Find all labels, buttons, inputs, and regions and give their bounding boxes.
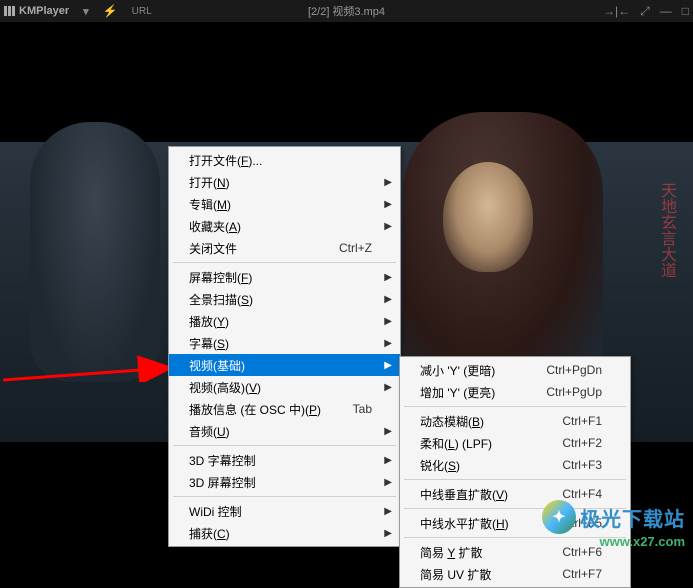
- submenu-video-basic: 减小 'Y' (更暗) Ctrl+PgDn 增加 'Y' (更亮) Ctrl+PgUp…: [399, 356, 631, 588]
- menu-item[interactable]: 3D 字幕控制 ▶: [169, 449, 400, 471]
- context-menu: 打开文件(F)... 打开(N) ▶ 专辑(M) ▶ 收藏夹(A) ▶ 关闭文件 Ctrl+Z 屏…: [168, 146, 401, 547]
- menu-item[interactable]: WiDi 控制 ▶: [169, 500, 400, 522]
- menu-item-label: 收藏夹(A): [189, 218, 241, 235]
- menu-item-label: 3D 屏幕控制: [189, 474, 256, 491]
- menu-item-label: 中线水平扩散(H): [420, 515, 509, 532]
- menu-item[interactable]: 全景扫描(S) ▶: [169, 288, 400, 310]
- menu-item-label: 关闭文件: [189, 240, 237, 257]
- expand-icon[interactable]: ⤢: [640, 4, 650, 19]
- annotation-arrow: [3, 312, 178, 382]
- submenu-arrow-icon: ▶: [384, 199, 392, 210]
- app-name: KMPlayer: [19, 5, 69, 17]
- app-logo[interactable]: KMPlayer ▾: [4, 5, 89, 18]
- menu-item-label: 视频(基础): [189, 357, 245, 374]
- speed-icon[interactable]: →|←: [603, 4, 630, 19]
- menu-item-label: 锐化(S): [420, 457, 460, 474]
- menu-separator: [173, 496, 396, 497]
- maximize-icon[interactable]: □: [682, 4, 689, 19]
- menu-item-label: 打开(N): [189, 174, 230, 191]
- url-label[interactable]: URL: [132, 6, 152, 17]
- submenu-arrow-icon: ▶: [384, 177, 392, 188]
- menu-item-label: 简易 UV 扩散: [420, 566, 491, 583]
- minimize-icon[interactable]: —: [660, 4, 672, 19]
- menu-item-label: 播放信息 (在 OSC 中)(P): [189, 401, 321, 418]
- menu-item[interactable]: 动态模糊(B) Ctrl+F1: [400, 410, 630, 432]
- submenu-arrow-icon: ▶: [384, 477, 392, 488]
- menu-shortcut: Ctrl+F1: [562, 414, 602, 428]
- submenu-arrow-icon: ▶: [384, 316, 392, 327]
- menu-shortcut: Ctrl+PgDn: [546, 363, 602, 377]
- menu-item[interactable]: 3D 屏幕控制 ▶: [169, 471, 400, 493]
- menu-separator: [173, 262, 396, 263]
- menu-item[interactable]: 打开文件(F)...: [169, 149, 400, 171]
- menu-item-label: 增加 'Y' (更亮): [420, 384, 495, 401]
- menu-item-label: 3D 字幕控制: [189, 452, 256, 469]
- menu-item-label: 动态模糊(B): [420, 413, 484, 430]
- menu-shortcut: Ctrl+F7: [562, 567, 602, 581]
- submenu-arrow-icon: ▶: [384, 338, 392, 349]
- menu-item-label: 屏幕控制(F): [189, 269, 252, 286]
- menu-separator: [173, 445, 396, 446]
- submenu-arrow-icon: ▶: [384, 506, 392, 517]
- menu-shortcut: Tab: [353, 402, 372, 416]
- menu-item-label: 专辑(M): [189, 196, 231, 213]
- menu-item[interactable]: 捕获(C) ▶: [169, 522, 400, 544]
- watermark-text: 极光下载站: [580, 503, 685, 532]
- menu-item-label: WiDi 控制: [189, 503, 242, 520]
- menu-item-label: 打开文件(F)...: [189, 152, 262, 169]
- menu-item[interactable]: 专辑(M) ▶: [169, 193, 400, 215]
- video-face: [443, 162, 533, 272]
- menu-item[interactable]: 锐化(S) Ctrl+F3: [400, 454, 630, 476]
- menu-item-label: 音频(U): [189, 423, 230, 440]
- menu-item-label: 字幕(S): [189, 335, 229, 352]
- menu-item-label: 播放(Y): [189, 313, 229, 330]
- menu-item[interactable]: 减小 'Y' (更暗) Ctrl+PgDn: [400, 359, 630, 381]
- submenu-arrow-icon: ▶: [384, 221, 392, 232]
- menu-item[interactable]: 视频(高级)(V) ▶: [169, 376, 400, 398]
- menu-item[interactable]: 增加 'Y' (更亮) Ctrl+PgUp: [400, 381, 630, 403]
- menu-item[interactable]: 收藏夹(A) ▶: [169, 215, 400, 237]
- menu-item-label: 全景扫描(S): [189, 291, 253, 308]
- menu-item[interactable]: 播放信息 (在 OSC 中)(P) Tab: [169, 398, 400, 420]
- menu-shortcut: Ctrl+Z: [339, 241, 372, 255]
- thunder-icon[interactable]: ⚡: [103, 4, 118, 18]
- menu-item[interactable]: 关闭文件 Ctrl+Z: [169, 237, 400, 259]
- menu-item[interactable]: 屏幕控制(F) ▶: [169, 266, 400, 288]
- submenu-arrow-icon: ▶: [384, 455, 392, 466]
- menu-shortcut: Ctrl+PgUp: [546, 385, 602, 399]
- watermark: ✦ 极光下载站 www.x27.com: [542, 500, 685, 549]
- menu-shortcut: Ctrl+F3: [562, 458, 602, 472]
- submenu-arrow-icon: ▶: [384, 294, 392, 305]
- menu-item-label: 简易 Y 扩散: [420, 544, 482, 561]
- dropdown-arrow-icon[interactable]: ▾: [83, 5, 89, 18]
- menu-item[interactable]: 字幕(S) ▶: [169, 332, 400, 354]
- submenu-arrow-icon: ▶: [384, 272, 392, 283]
- kmplayer-icon: [4, 6, 15, 16]
- menu-shortcut: Ctrl+F4: [562, 487, 602, 501]
- watermark-url: www.x27.com: [542, 534, 685, 549]
- submenu-arrow-icon: ▶: [384, 528, 392, 539]
- menu-item-label: 捕获(C): [189, 525, 230, 542]
- titlebar: KMPlayer ▾ ⚡ URL [2/2] 视频3.mp4 →|← ⤢ — □: [0, 0, 693, 22]
- menu-item-label: 视频(高级)(V): [189, 379, 261, 396]
- menu-item[interactable]: 打开(N) ▶: [169, 171, 400, 193]
- menu-item[interactable]: 视频(基础) ▶: [169, 354, 400, 376]
- menu-shortcut: Ctrl+F2: [562, 436, 602, 450]
- menu-item-label: 柔和(L) (LPF): [420, 435, 492, 452]
- video-overlay-text: 天地玄言大道: [653, 182, 678, 278]
- submenu-arrow-icon: ▶: [384, 360, 392, 371]
- submenu-arrow-icon: ▶: [384, 426, 392, 437]
- watermark-icon: ✦: [542, 500, 576, 534]
- menu-item[interactable]: 音频(U) ▶: [169, 420, 400, 442]
- menu-separator: [404, 479, 626, 480]
- menu-item-label: 中线垂直扩散(V): [420, 486, 508, 503]
- menu-item[interactable]: 柔和(L) (LPF) Ctrl+F2: [400, 432, 630, 454]
- menu-separator: [404, 406, 626, 407]
- menu-item[interactable]: 播放(Y) ▶: [169, 310, 400, 332]
- menu-item[interactable]: 简易 UV 扩散 Ctrl+F7: [400, 563, 630, 585]
- submenu-arrow-icon: ▶: [384, 382, 392, 393]
- menu-item-label: 减小 'Y' (更暗): [420, 362, 495, 379]
